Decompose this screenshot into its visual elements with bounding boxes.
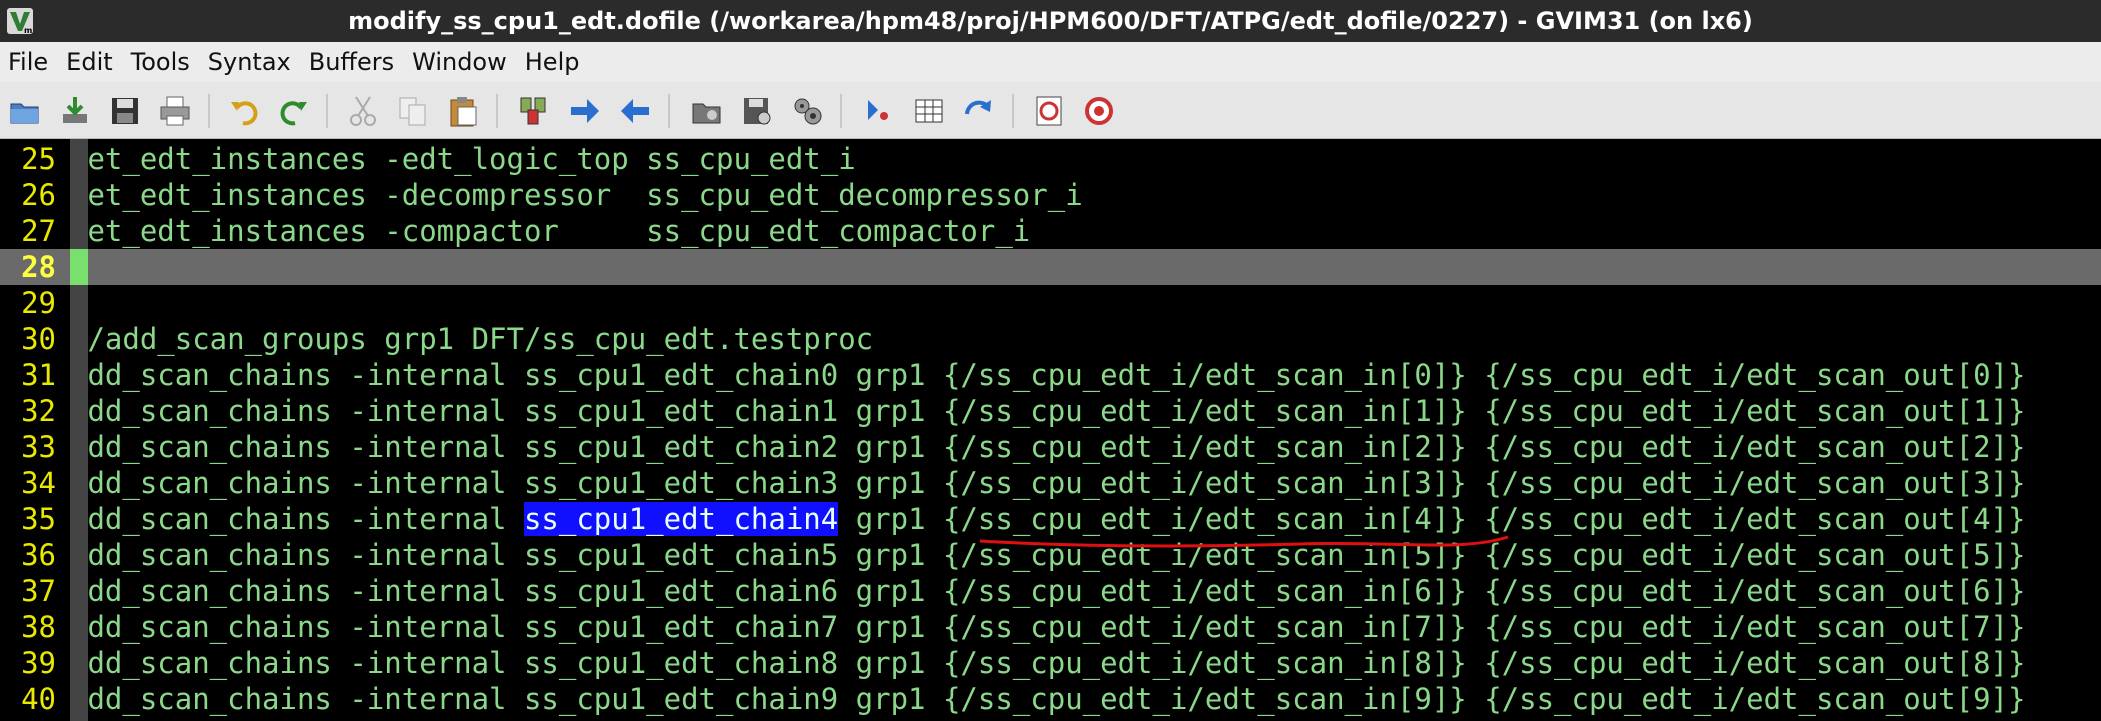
menu-bar: File Edit Tools Syntax Buffers Window Help <box>0 42 2101 82</box>
find-help-icon[interactable] <box>1082 94 1116 128</box>
toolbar-separator <box>840 94 842 128</box>
toolbar-separator <box>326 94 328 128</box>
menu-window[interactable]: Window <box>412 42 507 82</box>
table-icon[interactable] <box>912 94 946 128</box>
help-icon[interactable] <box>1032 94 1066 128</box>
toolbar <box>0 82 2101 139</box>
print-icon[interactable] <box>158 94 192 128</box>
save-download-icon[interactable] <box>58 94 92 128</box>
menu-syntax[interactable]: Syntax <box>208 42 291 82</box>
undo-icon[interactable] <box>228 94 262 128</box>
toolbar-separator <box>1012 94 1014 128</box>
make-icon[interactable] <box>862 94 896 128</box>
toolbar-separator <box>668 94 670 128</box>
menu-tools[interactable]: Tools <box>131 42 190 82</box>
save-icon[interactable] <box>108 94 142 128</box>
find-next-icon[interactable] <box>568 94 602 128</box>
window-title: modify_ss_cpu1_edt.dofile (/workarea/hpm… <box>348 7 1753 35</box>
copy-icon[interactable] <box>396 94 430 128</box>
find-replace-icon[interactable] <box>518 94 552 128</box>
editor-buffer[interactable]: 25 set_edt_instances -edt_logic_top ss_cp… <box>0 139 2101 721</box>
menu-buffers[interactable]: Buffers <box>309 42 394 82</box>
menu-file[interactable]: File <box>8 42 48 82</box>
gvim-app-icon: m <box>7 8 33 35</box>
save-session-icon[interactable] <box>740 94 774 128</box>
menu-edit[interactable]: Edit <box>66 42 112 82</box>
paste-icon[interactable] <box>446 94 480 128</box>
load-session-icon[interactable] <box>690 94 724 128</box>
redo-icon[interactable] <box>276 94 310 128</box>
run-script-icon[interactable] <box>790 94 824 128</box>
red-underline-annotation <box>979 535 1509 548</box>
toolbar-separator <box>208 94 210 128</box>
jump-tag-icon[interactable] <box>962 94 996 128</box>
svg-text:m: m <box>24 26 32 35</box>
title-bar[interactable]: m modify_ss_cpu1_edt.dofile (/workarea/h… <box>0 0 2101 42</box>
menu-help[interactable]: Help <box>525 42 580 82</box>
open-file-icon[interactable] <box>8 94 42 128</box>
cut-icon[interactable] <box>346 94 380 128</box>
find-prev-icon[interactable] <box>618 94 652 128</box>
toolbar-separator <box>496 94 498 128</box>
